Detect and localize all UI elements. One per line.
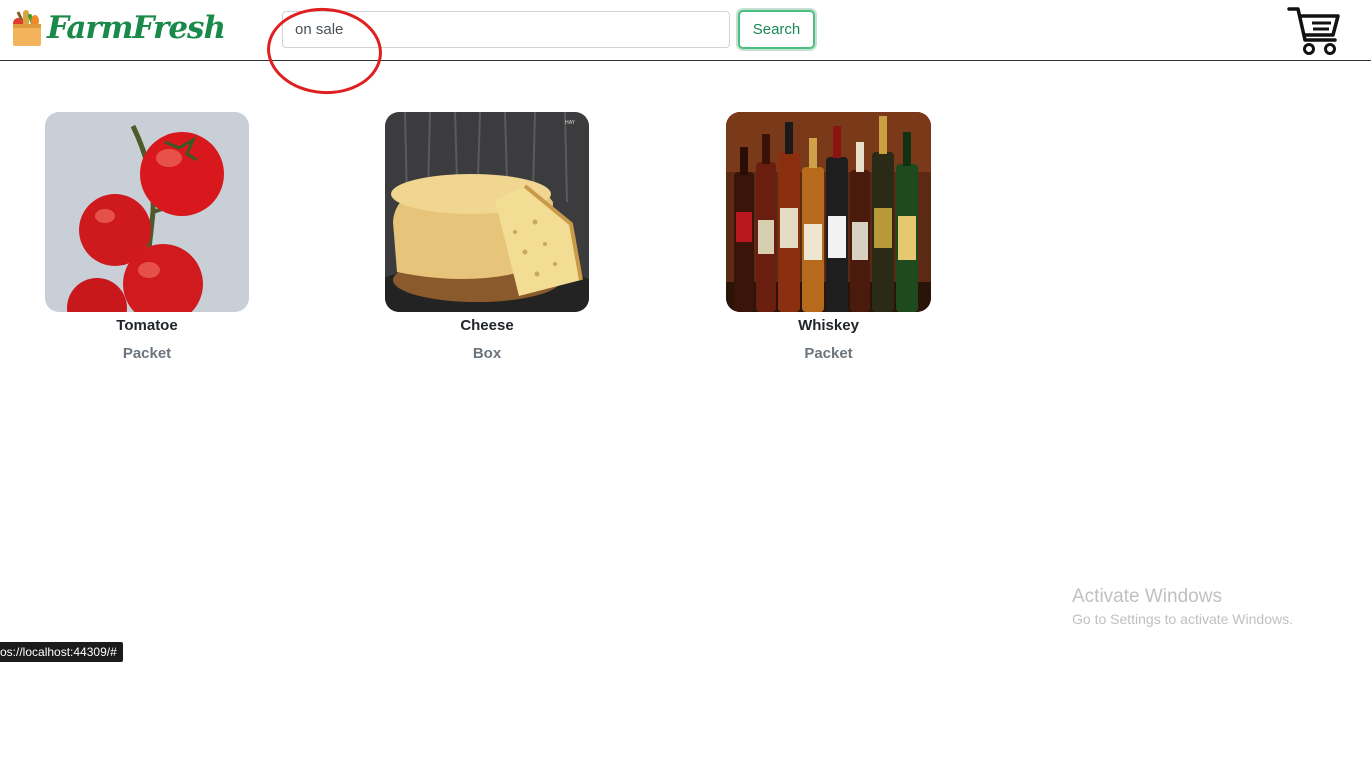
watermark-subtitle: Go to Settings to activate Windows.	[1072, 611, 1293, 627]
product-unit: Packet	[122, 345, 172, 362]
product-card[interactable]: Whiskey Packet	[726, 112, 931, 363]
watermark-title: Activate Windows	[1072, 586, 1222, 607]
search-input[interactable]	[282, 11, 730, 48]
brand-logo[interactable]: FarmFresh	[10, 8, 226, 48]
product-image-cheese[interactable]: HAY	[385, 112, 589, 312]
cart-icon[interactable]	[1286, 4, 1342, 63]
search-button[interactable]: Search	[738, 10, 815, 49]
product-unit: Packet	[804, 345, 853, 362]
brand-name: FarmFresh	[47, 10, 226, 46]
product-name: Cheese	[460, 317, 514, 334]
shopping-cart-icon	[1287, 7, 1340, 55]
grocery-bag-icon	[13, 10, 41, 46]
product-name: Whiskey	[798, 317, 859, 334]
link-status-bar: os://localhost:44309/#	[0, 642, 123, 662]
product-card[interactable]: Tomatoe Packet	[45, 112, 249, 363]
windows-activation-watermark: Activate Windows Go to Settings to activ…	[1072, 586, 1293, 629]
svg-text:HAY: HAY	[565, 120, 576, 126]
product-unit: Box	[472, 345, 502, 362]
product-image-tomato[interactable]	[45, 112, 249, 312]
product-image-whiskey[interactable]	[726, 112, 931, 312]
product-name: Tomatoe	[116, 317, 178, 334]
product-card[interactable]: HAY Cheese Box	[385, 112, 589, 363]
